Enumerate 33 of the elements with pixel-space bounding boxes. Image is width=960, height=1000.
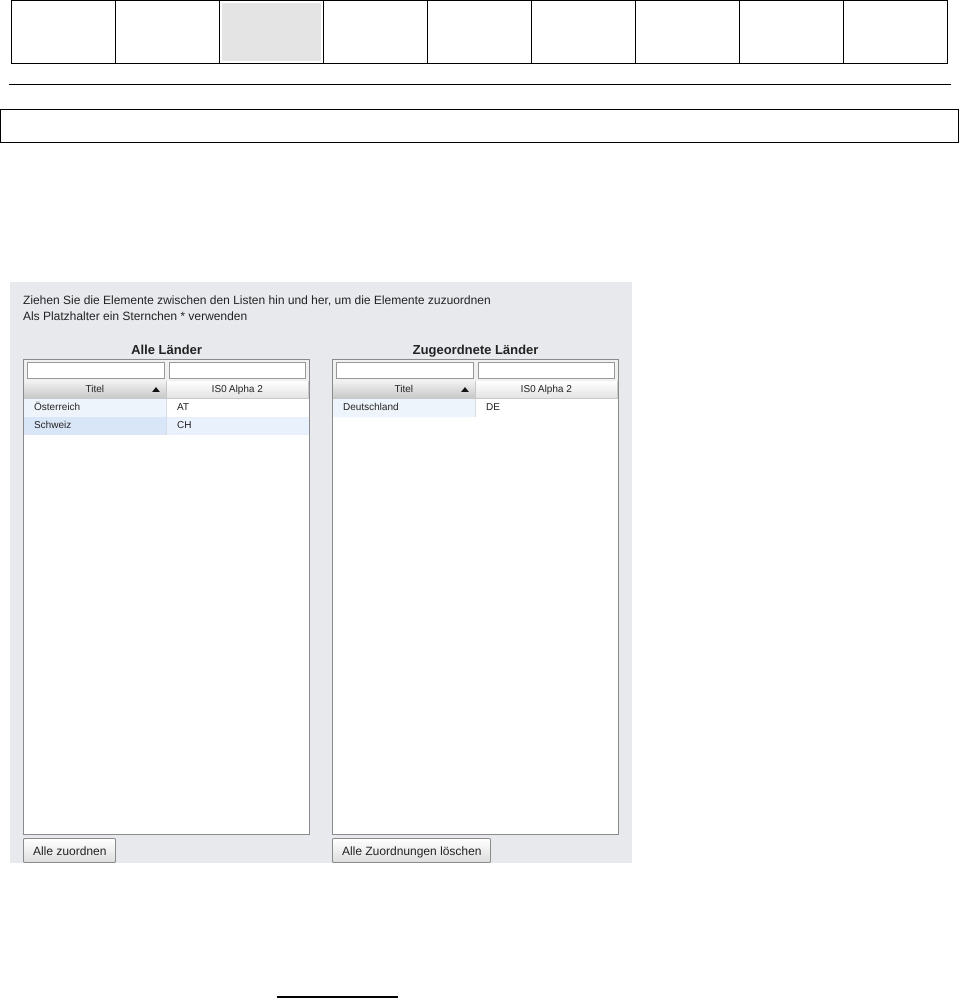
grid-cell[interactable] xyxy=(324,0,428,64)
grid-cell[interactable] xyxy=(636,0,740,64)
filter-field[interactable] xyxy=(336,362,474,379)
grid-cell[interactable] xyxy=(428,0,532,64)
instruction-text: Als Platzhalter ein Sternchen * verwenden xyxy=(23,308,248,324)
table-cell: Deutschland xyxy=(333,399,476,417)
list-title: Alle Länder xyxy=(130,342,203,358)
grid-cell[interactable] xyxy=(116,0,220,64)
table-cell: Schweiz xyxy=(24,417,167,435)
filter-field[interactable] xyxy=(27,362,164,379)
column-header[interactable]: IS0 Alpha 2 xyxy=(476,381,618,399)
column-header[interactable]: IS0 Alpha 2 xyxy=(166,381,309,399)
action-button[interactable]: Alle Zuordnungen löschen xyxy=(332,838,492,863)
filter-field[interactable] xyxy=(168,362,306,379)
filter-field[interactable] xyxy=(478,362,615,379)
grid-cell[interactable] xyxy=(844,0,948,64)
grid-cell[interactable] xyxy=(740,0,844,64)
text-field[interactable] xyxy=(0,109,959,143)
instruction-text: Ziehen Sie die Elemente zwischen den Listen hin und her, um die Elemente zuzuordnen xyxy=(23,292,492,308)
table-row[interactable]: Schweiz CH xyxy=(24,417,309,435)
table-cell-text: DE xyxy=(485,401,501,415)
column-header[interactable]: Titel xyxy=(333,381,476,399)
sort-ascending-icon xyxy=(152,387,160,392)
table-cell: Österreich xyxy=(24,399,167,417)
action-button[interactable]: Alle zuordnen xyxy=(23,838,116,863)
column-header[interactable]: Titel xyxy=(24,381,166,399)
table-cell-text: AT xyxy=(176,401,190,415)
grid-cell[interactable] xyxy=(11,0,116,64)
grid-cell[interactable] xyxy=(532,0,636,64)
grid-cell[interactable] xyxy=(220,0,324,64)
sort-ascending-icon xyxy=(460,387,468,392)
table-cell-text: CH xyxy=(176,419,192,433)
list-title: Zugeordnete Länder xyxy=(412,342,540,358)
